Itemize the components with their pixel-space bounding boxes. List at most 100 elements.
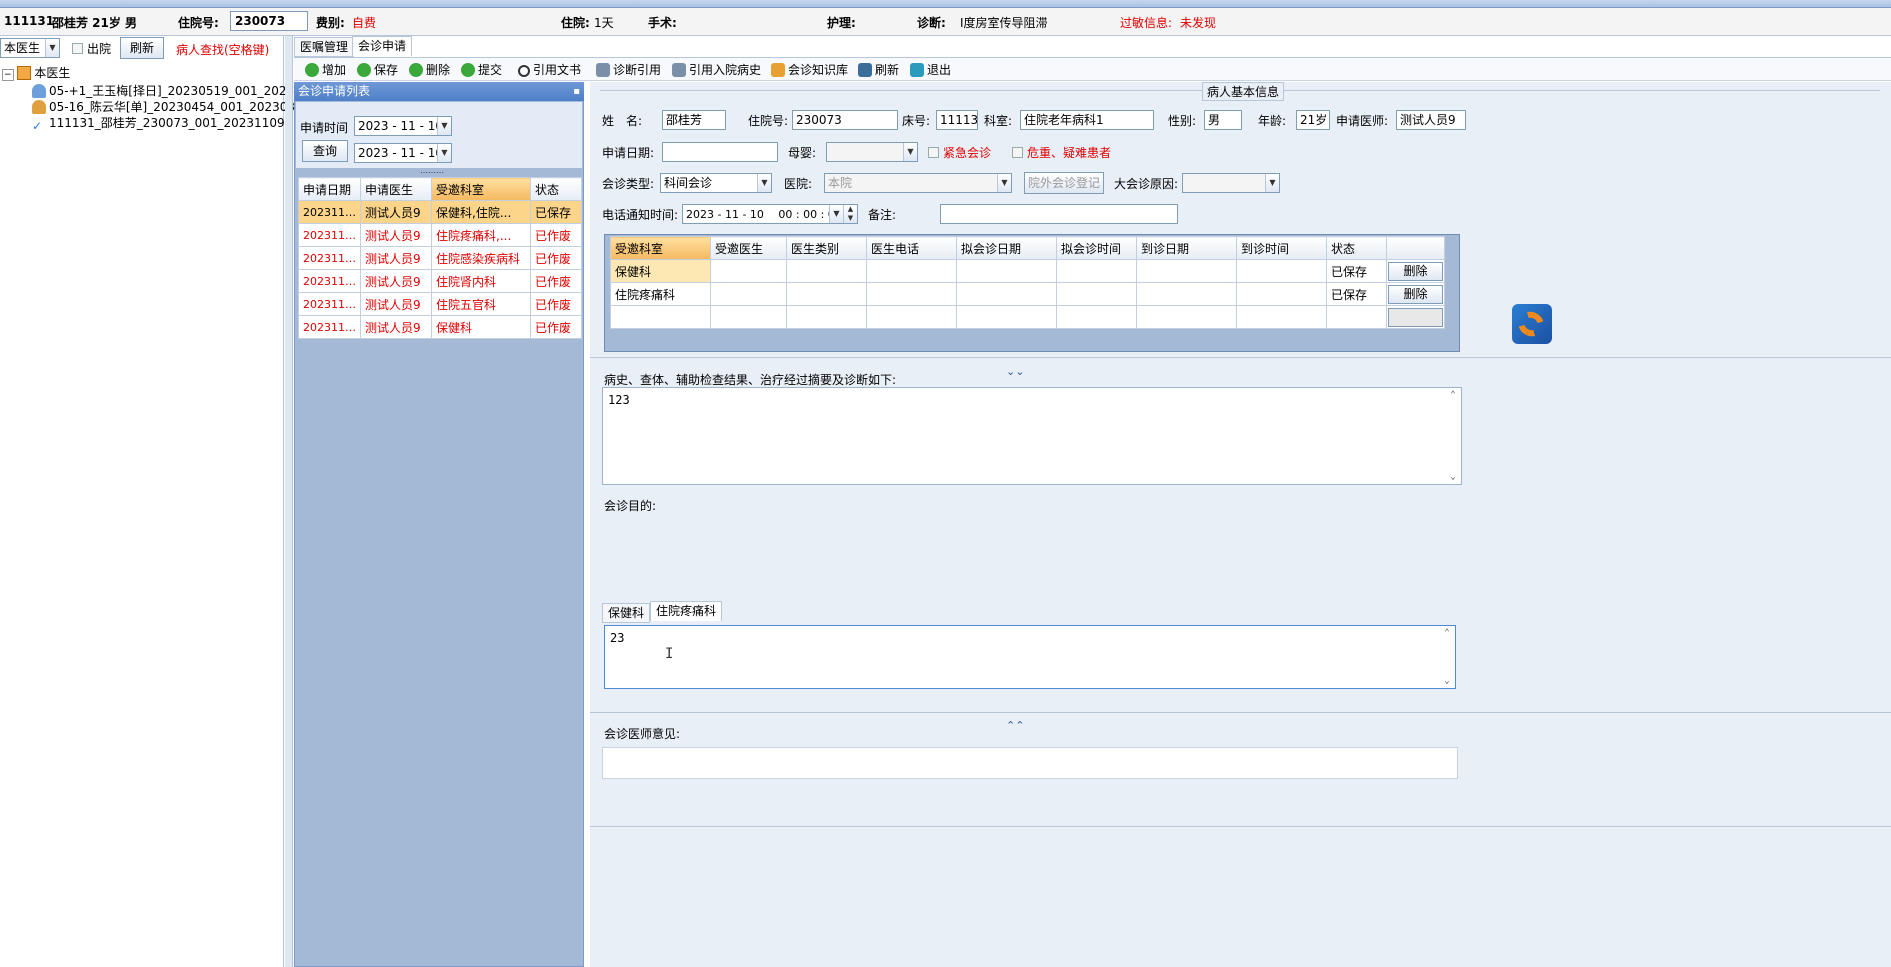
col-doctor-type[interactable]: 医生类别 bbox=[786, 236, 867, 260]
delete-button[interactable]: 删除 bbox=[409, 61, 450, 78]
col-arrive-date[interactable]: 到诊日期 bbox=[1136, 236, 1237, 260]
table-row[interactable]: 20231110 测试人员9 住院肾内科 已作废 bbox=[298, 269, 582, 293]
chevron-down-icon[interactable]: ▼ bbox=[997, 174, 1011, 192]
table-row[interactable] bbox=[610, 305, 1445, 329]
add-button[interactable]: 增加 bbox=[305, 61, 346, 78]
cell[interactable] bbox=[1236, 305, 1327, 329]
age-field[interactable]: 21岁 bbox=[1296, 110, 1330, 130]
table-row[interactable]: 20231110 测试人员9 保健科,住院... 已保存 bbox=[298, 200, 582, 224]
bed-field[interactable]: 111131 bbox=[936, 110, 978, 130]
chevron-down-icon[interactable]: ▼ bbox=[1265, 174, 1279, 192]
chevron-double-up-icon[interactable]: ⌃⌃ bbox=[1006, 719, 1024, 732]
scrollbar[interactable]: ⌃ ⌄ bbox=[1445, 388, 1461, 484]
discharge-checkbox[interactable]: 出院 bbox=[72, 40, 111, 57]
outside-register-button[interactable]: 院外会诊登记 bbox=[1024, 172, 1104, 194]
col-status[interactable]: 状态 bbox=[530, 177, 582, 201]
collapse-icon[interactable]: − bbox=[2, 69, 14, 81]
delete-row-button[interactable]: 删除 bbox=[1388, 261, 1443, 281]
table-row[interactable]: 20231110 测试人员9 住院疼痛科,... 已作废 bbox=[298, 223, 582, 247]
phone-time-field[interactable]: 2023 - 11 - 10 00 : 00 : 00 ▼ ▲ ▼ bbox=[682, 204, 858, 224]
delete-row-button[interactable]: 删除 bbox=[1388, 284, 1443, 304]
cell[interactable] bbox=[866, 259, 957, 283]
splitter[interactable] bbox=[285, 36, 293, 967]
doctor-field[interactable]: 测试人员9 bbox=[1396, 110, 1466, 130]
opinion-textarea[interactable] bbox=[602, 747, 1458, 779]
chevron-down-icon[interactable]: ▼ bbox=[437, 117, 451, 135]
chevron-down-icon[interactable]: ▼ bbox=[829, 205, 843, 223]
col-invited-dept[interactable]: 受邀科室 bbox=[431, 177, 531, 201]
chevron-down-icon[interactable]: ▼ bbox=[437, 144, 451, 162]
date-to-input[interactable]: 2023 - 11 - 10 ▼ bbox=[354, 143, 452, 163]
cell[interactable] bbox=[1236, 259, 1327, 283]
col-plan-time[interactable]: 拟会诊时间 bbox=[1056, 236, 1137, 260]
cell[interactable] bbox=[710, 282, 787, 306]
cell[interactable] bbox=[956, 305, 1057, 329]
chevron-down-icon[interactable]: ▼ bbox=[45, 39, 59, 57]
cell[interactable] bbox=[866, 282, 957, 306]
toolbar-refresh-button[interactable]: 刷新 bbox=[858, 61, 899, 78]
cell[interactable] bbox=[1136, 305, 1237, 329]
empty-row-button[interactable] bbox=[1388, 307, 1443, 327]
cell[interactable]: 住院疼痛科 bbox=[610, 282, 711, 306]
cell[interactable] bbox=[786, 282, 867, 306]
chevron-down-icon[interactable]: ▼ bbox=[903, 143, 917, 161]
cell[interactable] bbox=[786, 259, 867, 283]
hospital-select[interactable]: 本院 ▼ bbox=[824, 173, 1012, 193]
dept-field[interactable]: 住院老年病科1 bbox=[1020, 110, 1154, 130]
cite-admission-history-button[interactable]: 引用入院病史 bbox=[672, 61, 761, 78]
cell[interactable]: 保健科 bbox=[610, 259, 711, 283]
col-doctor-phone[interactable]: 医生电话 bbox=[866, 236, 957, 260]
col-apply-date[interactable]: 申请日期 bbox=[298, 177, 361, 201]
cell[interactable] bbox=[710, 259, 787, 283]
cite-diagnosis-button[interactable]: 诊断引用 bbox=[596, 61, 661, 78]
big-reason-select[interactable]: ▼ bbox=[1182, 173, 1280, 193]
table-row[interactable]: 20231110 测试人员9 住院感染疾病科 已作废 bbox=[298, 246, 582, 270]
cell[interactable] bbox=[956, 282, 1057, 306]
col-status[interactable]: 状态 bbox=[1326, 236, 1387, 260]
pin-icon[interactable]: ▪ bbox=[573, 82, 580, 101]
table-row[interactable]: 保健科 已保存 删除 bbox=[610, 259, 1445, 283]
cell[interactable] bbox=[786, 305, 867, 329]
chevron-double-down-icon[interactable]: ⌄⌄ bbox=[1006, 365, 1024, 378]
refresh-button[interactable]: 刷新 bbox=[120, 37, 164, 59]
cell[interactable] bbox=[1236, 282, 1327, 306]
purpose-tab-health[interactable]: 保健科 bbox=[602, 603, 651, 623]
hosp-no-field[interactable]: 230073 bbox=[230, 11, 308, 31]
doctor-select[interactable]: 本医生 ▼ bbox=[0, 38, 60, 58]
resize-grip[interactable]: ⋯⋯⋯ bbox=[420, 168, 444, 177]
col-apply-doctor[interactable]: 申请医生 bbox=[360, 177, 432, 201]
cell[interactable] bbox=[1136, 282, 1237, 306]
spinner-icon[interactable]: ▲ ▼ bbox=[843, 205, 857, 223]
name-field[interactable]: 邵桂芳 bbox=[662, 110, 726, 130]
cell[interactable] bbox=[1056, 282, 1137, 306]
remark-field[interactable] bbox=[940, 204, 1178, 224]
tab-consultation-request[interactable]: 会诊申请 bbox=[352, 36, 413, 56]
history-textarea[interactable]: 123 ⌃ ⌄ bbox=[602, 387, 1462, 485]
apply-date-field[interactable] bbox=[662, 142, 778, 162]
tree-item[interactable]: 05-16_陈云华[单]_20230454_001_20230315 bbox=[32, 98, 310, 115]
col-arrive-time[interactable]: 到诊时间 bbox=[1236, 236, 1327, 260]
cell[interactable] bbox=[610, 305, 711, 329]
purpose-tab-pain[interactable]: 住院疼痛科 bbox=[650, 601, 723, 621]
hosp-no-input[interactable]: 230073 bbox=[792, 110, 898, 130]
query-button[interactable]: 查询 bbox=[302, 140, 348, 162]
cell[interactable] bbox=[1056, 259, 1137, 283]
tree-item[interactable]: ✓ 111131_邵桂芳_230073_001_20231109 bbox=[32, 114, 285, 133]
table-row[interactable]: 住院疼痛科 已保存 删除 bbox=[610, 282, 1445, 306]
patient-find-link[interactable]: 病人查找(空格键) bbox=[176, 41, 269, 58]
purpose-textarea[interactable]: 23 I ⌃ ⌄ bbox=[604, 625, 1456, 689]
table-row[interactable]: 20231110 测试人员9 保健科 已作废 bbox=[298, 315, 582, 339]
col-plan-date[interactable]: 拟会诊日期 bbox=[956, 236, 1057, 260]
cell[interactable] bbox=[1136, 259, 1237, 283]
tab-order-management[interactable]: 医嘱管理 bbox=[294, 37, 355, 57]
tree-root[interactable]: − 本医生 bbox=[2, 64, 70, 81]
cell[interactable] bbox=[710, 305, 787, 329]
cite-document-button[interactable]: 引用文书 bbox=[518, 61, 581, 78]
mother-baby-select[interactable]: ▼ bbox=[826, 142, 918, 162]
date-from-input[interactable]: 2023 - 11 - 10 ▼ bbox=[354, 116, 452, 136]
exit-button[interactable]: 退出 bbox=[910, 61, 951, 78]
consult-type-select[interactable]: 科间会诊 ▼ bbox=[660, 173, 772, 193]
critical-checkbox[interactable]: 危重、疑难患者 bbox=[1012, 144, 1111, 161]
knowledge-base-button[interactable]: 会诊知识库 bbox=[771, 61, 848, 78]
cell[interactable] bbox=[1056, 305, 1137, 329]
